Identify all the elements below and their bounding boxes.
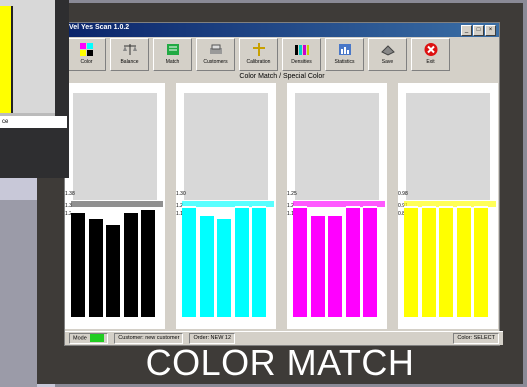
toolbar-label: Statistics	[334, 59, 355, 65]
background-strip	[0, 200, 37, 387]
toolbar-label: Match	[165, 59, 180, 65]
density-bar	[234, 206, 249, 317]
toolbar-button-color[interactable]: Color	[67, 38, 106, 71]
app-window: Vel Yes Scan 1.0.2 _ □ × Color Balance M…	[64, 22, 503, 346]
toolbar-button-customers[interactable]: Customers	[196, 38, 235, 71]
toolbar-label: Balance	[120, 59, 139, 65]
toolbar-button-statistics[interactable]: Statistics	[325, 38, 364, 71]
reference-band	[71, 201, 163, 207]
density-bar	[363, 206, 377, 317]
density-bar	[71, 211, 85, 317]
density-bar	[404, 206, 418, 317]
color-blocks-icon	[79, 43, 93, 56]
mode-label: Mode	[73, 335, 87, 342]
density-bar	[123, 211, 138, 317]
density-bar	[217, 217, 231, 317]
density-column-magenta: 1.25 1.2 1.17	[287, 83, 387, 329]
density-bar	[328, 214, 342, 317]
save-icon	[380, 45, 395, 56]
toolbar-label: Densities	[291, 59, 312, 65]
toolbar-button-save[interactable]: Save	[368, 38, 407, 71]
density-bar	[345, 206, 360, 317]
density-bar	[141, 208, 155, 317]
density-column-cyan: 1.30 1.2 1.16	[176, 83, 276, 329]
density-bar	[310, 214, 325, 317]
toolbar-label: Color	[80, 59, 93, 65]
toolbar-label: Save	[381, 59, 394, 65]
statistics-icon	[338, 44, 351, 55]
popup-label: ce	[0, 116, 67, 128]
mode-chip	[90, 334, 105, 342]
density-bar	[474, 206, 488, 317]
popup-yellow-bar	[0, 6, 13, 113]
toolbar-button-balance[interactable]: Balance	[110, 38, 149, 71]
density-bar	[106, 223, 120, 317]
toolbar-button-exit[interactable]: Exit	[411, 38, 450, 71]
density-tick-label: 0.98	[398, 191, 408, 197]
match-icon	[166, 44, 179, 55]
column-preview-area	[295, 93, 379, 200]
calibration-icon	[252, 43, 265, 56]
window-titlebar[interactable]: Vel Yes Scan 1.0.2 _ □ ×	[65, 23, 499, 37]
density-bar	[421, 206, 436, 317]
popup-panel: ce	[0, 0, 69, 178]
density-bar	[293, 206, 307, 317]
column-preview-area	[184, 93, 268, 200]
column-preview-area	[73, 93, 157, 200]
toolbar-label: Calibration	[246, 59, 271, 65]
close-button[interactable]: ×	[485, 25, 496, 36]
density-column-yellow: 0.98 0.91 0.88	[398, 83, 498, 329]
toolbar-label: Exit	[426, 59, 435, 65]
density-bar	[439, 206, 453, 317]
exit-icon	[424, 43, 437, 56]
customers-icon	[209, 44, 222, 54]
density-bar	[199, 214, 214, 317]
density-tick-label: 1.25	[287, 191, 297, 197]
scale-icon	[122, 44, 137, 55]
densities-icon	[294, 45, 309, 55]
density-bar	[88, 217, 103, 317]
density-tick-label: 1.30	[176, 191, 186, 197]
toolbar-button-match[interactable]: Match	[153, 38, 192, 71]
density-bar	[182, 206, 196, 317]
density-column-black: 1.38 1.3 1.24	[65, 83, 165, 329]
window-title: Vel Yes Scan 1.0.2	[69, 24, 130, 31]
density-bar	[456, 206, 471, 317]
column-preview-area	[406, 93, 490, 200]
minimize-button[interactable]: _	[461, 25, 472, 36]
toolbar-label: Customers	[203, 59, 228, 65]
density-tick-label: 1.38	[65, 191, 75, 197]
caption: COLOR MATCH	[145, 342, 415, 383]
panel-title: Color Match / Special Color	[239, 73, 325, 80]
popup-canvas	[0, 0, 55, 128]
toolbar: Color Balance Match Customers Calibratio…	[65, 38, 501, 71]
window-controls: _ □ ×	[461, 25, 496, 36]
toolbar-button-densities[interactable]: Densities	[282, 38, 321, 71]
maximize-button[interactable]: □	[473, 25, 484, 36]
density-chart-area: 1.38 1.3 1.24 1.30 1.2 1.16 1.25 1.2 1.17 0.98…	[65, 83, 499, 329]
toolbar-button-calibration[interactable]: Calibration	[239, 38, 278, 71]
density-bar	[252, 206, 266, 317]
